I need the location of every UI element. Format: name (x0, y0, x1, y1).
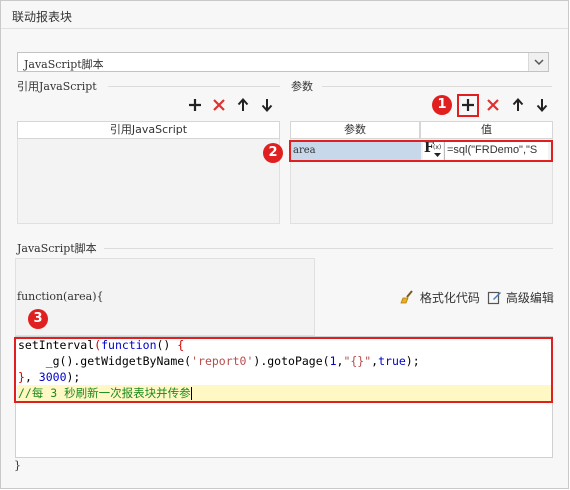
move-down-icon[interactable] (533, 96, 551, 114)
ref-js-column-header: 引用JavaScript (17, 121, 280, 139)
annotation-highlight-param (289, 140, 553, 162)
delete-icon[interactable] (210, 96, 228, 114)
delete-icon[interactable] (484, 96, 502, 114)
annotation-badge-3: 3 (28, 309, 48, 329)
format-code-button[interactable]: 格式化代码 (400, 289, 480, 306)
advanced-edit-button[interactable]: 高级编辑 (487, 289, 554, 306)
window-title: 联动报表块 (12, 10, 73, 24)
annotation-highlight-code (14, 337, 553, 403)
annotation-badge-2: 2 (263, 143, 283, 163)
divider (104, 248, 553, 249)
params-column-header-value: 值 (420, 121, 553, 139)
params-section-label: 参数 (291, 80, 313, 93)
annotation-badge-1: 1 (432, 95, 452, 115)
params-column-header-name: 参数 (290, 121, 420, 139)
type-select[interactable]: JavaScript脚本 (17, 52, 549, 72)
function-closing-brace: } (14, 459, 21, 472)
format-code-label: 格式化代码 (419, 291, 480, 305)
add-icon[interactable] (459, 96, 477, 114)
divider (108, 86, 280, 87)
add-icon[interactable] (186, 96, 204, 114)
edit-icon (487, 291, 501, 305)
chevron-down-icon[interactable] (528, 53, 548, 71)
ref-js-section-label: 引用JavaScript (17, 80, 97, 93)
title-bar: 联动报表块 (1, 1, 568, 29)
script-section-label: JavaScript脚本 (17, 242, 97, 255)
broom-icon (400, 290, 413, 304)
move-up-icon[interactable] (509, 96, 527, 114)
function-signature: function(area){ (17, 290, 104, 303)
advanced-edit-label: 高级编辑 (505, 291, 554, 305)
move-up-icon[interactable] (234, 96, 252, 114)
type-select-value: JavaScript脚本 (24, 58, 104, 71)
divider (322, 86, 552, 87)
move-down-icon[interactable] (258, 96, 276, 114)
